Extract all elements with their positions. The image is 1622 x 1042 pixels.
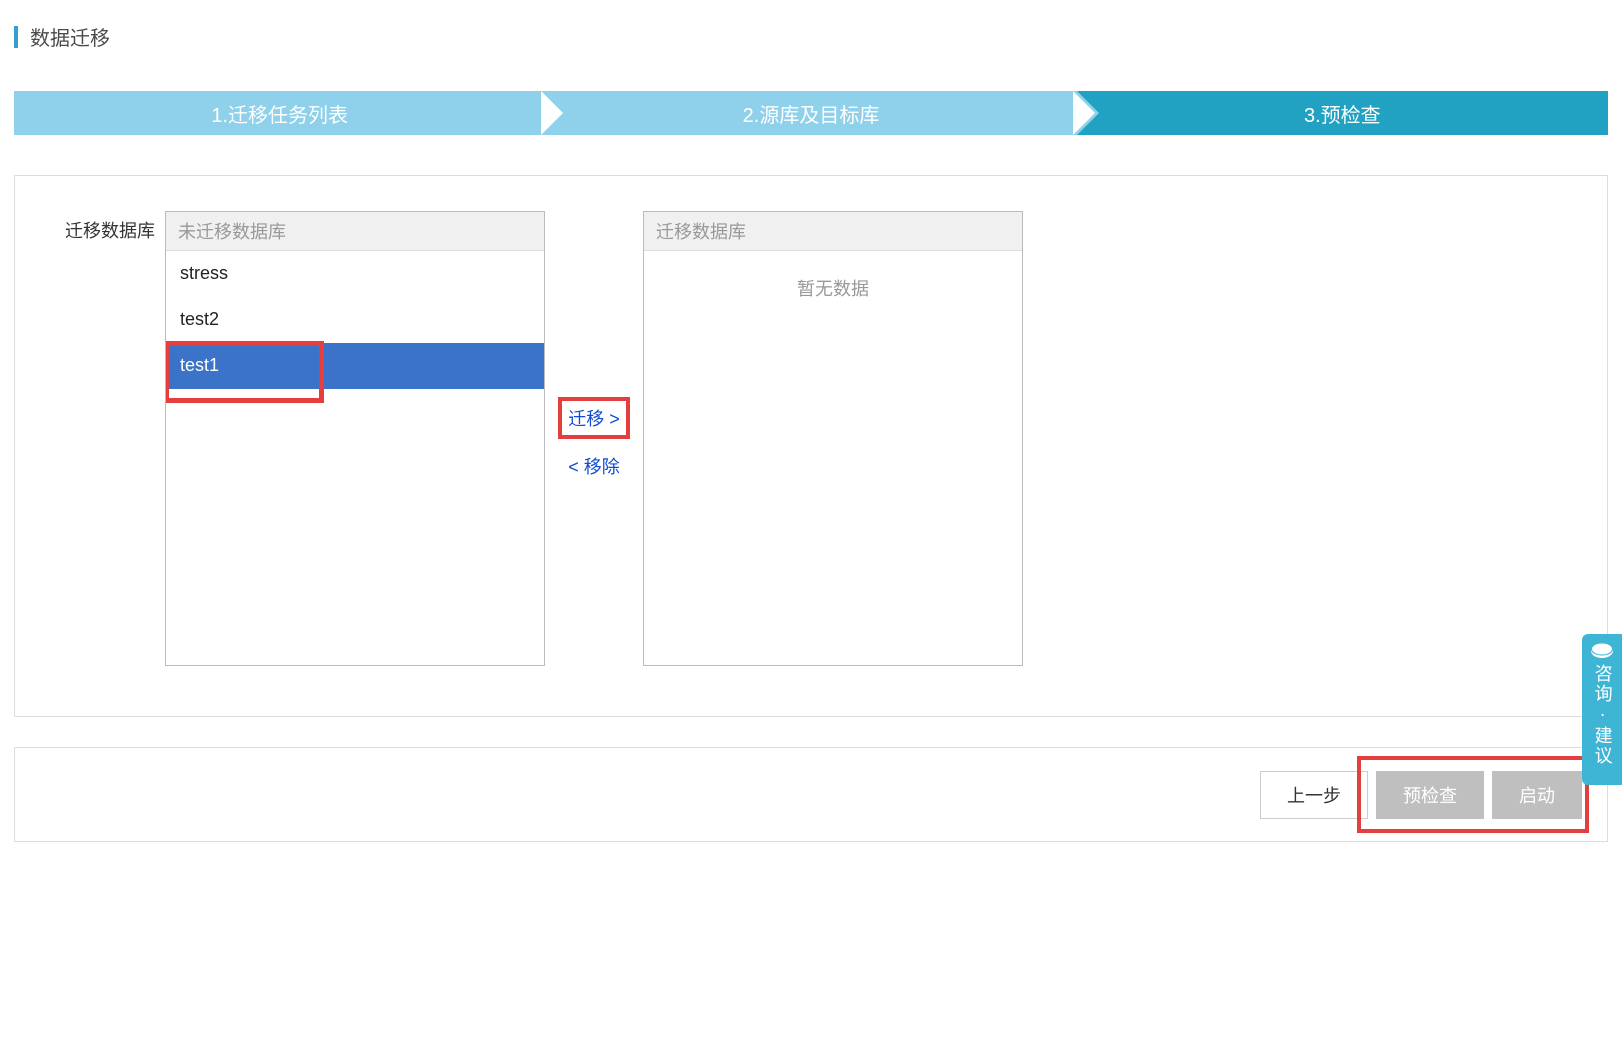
step-2[interactable]: 2.源库及目标库 [545, 91, 1076, 135]
transfer-label: 迁移数据库 [45, 211, 165, 243]
prev-button[interactable]: 上一步 [1260, 771, 1368, 819]
list-item[interactable]: stress [166, 251, 544, 297]
chat-icon [1590, 642, 1614, 660]
page-title: 数据迁移 [30, 22, 110, 51]
title-accent-bar [14, 26, 18, 48]
precheck-button[interactable]: 预检查 [1376, 771, 1484, 819]
step-label: 1.迁移任务列表 [211, 99, 348, 128]
source-listbox-header: 未迁移数据库 [166, 212, 544, 251]
feedback-tab[interactable]: 咨询·建议 [1582, 634, 1622, 785]
source-listbox-items: stress test2 test1 [166, 251, 544, 665]
source-listbox: 未迁移数据库 stress test2 test1 [165, 211, 545, 666]
move-right-button[interactable]: 迁移 > [558, 397, 630, 439]
content-panel: 迁移数据库 未迁移数据库 stress test2 test1 迁移 > < 移… [14, 175, 1608, 717]
target-listbox: 迁移数据库 暂无数据 [643, 211, 1023, 666]
list-item[interactable]: test2 [166, 297, 544, 343]
empty-text: 暂无数据 [644, 251, 1022, 301]
footer-panel: 上一步 预检查 启动 [14, 747, 1608, 842]
transfer-buttons: 迁移 > < 移除 [545, 211, 643, 666]
chevron-right-icon [545, 91, 567, 135]
step-label: 2.源库及目标库 [743, 99, 880, 128]
feedback-tab-text: 咨询·建议 [1589, 664, 1614, 766]
start-button[interactable]: 启动 [1492, 771, 1582, 819]
move-left-button[interactable]: < 移除 [564, 451, 624, 481]
list-item[interactable]: test1 [166, 343, 544, 389]
step-1[interactable]: 1.迁移任务列表 [14, 91, 545, 135]
target-listbox-items: 暂无数据 [644, 251, 1022, 665]
step-label: 3.预检查 [1304, 99, 1381, 128]
chevron-right-icon [1077, 91, 1099, 135]
step-3[interactable]: 3.预检查 [1077, 91, 1608, 135]
target-listbox-header: 迁移数据库 [644, 212, 1022, 251]
stepper: 1.迁移任务列表 2.源库及目标库 3.预检查 [14, 91, 1608, 135]
